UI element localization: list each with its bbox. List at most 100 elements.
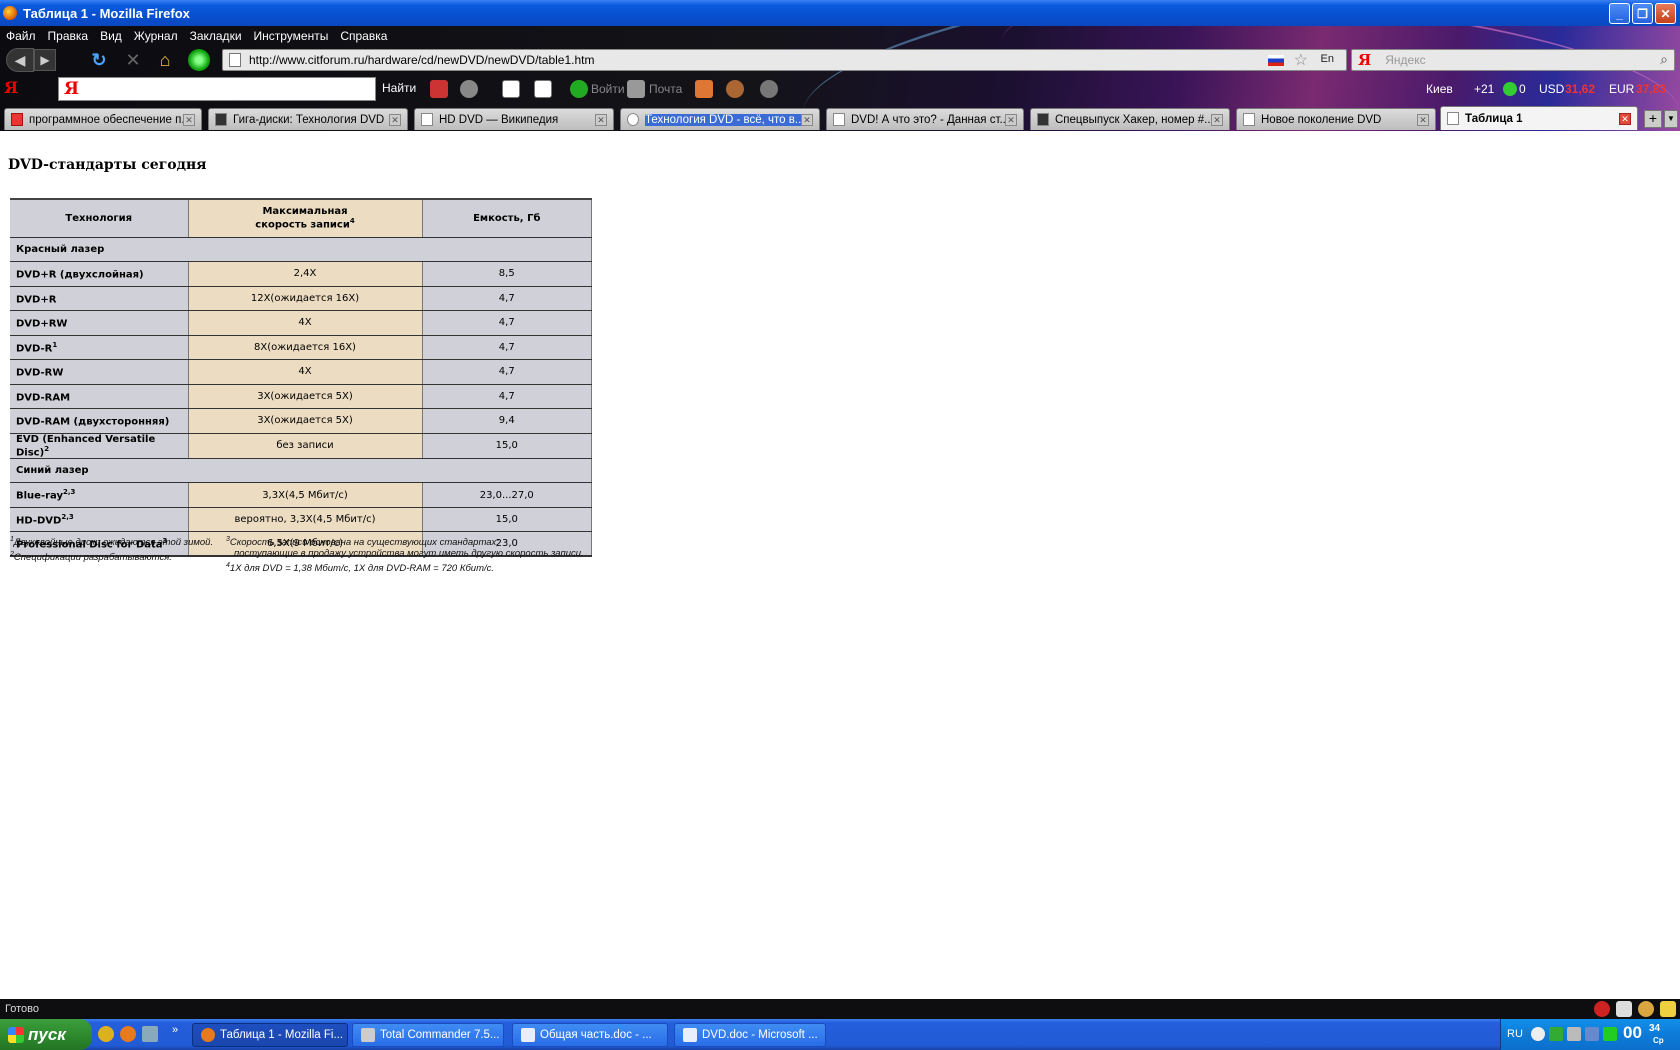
tab-dvd-technology[interactable]: Технология DVD - всё, что в... ✕ <box>620 108 820 130</box>
tab-close-icon[interactable]: ✕ <box>1211 113 1223 126</box>
addon-green-icon[interactable] <box>188 49 210 71</box>
tray-status-icon[interactable] <box>1603 1027 1617 1041</box>
windows-logo-icon <box>8 1026 24 1043</box>
tray-arrow-icon[interactable] <box>1531 1027 1545 1041</box>
quicklaunch-expand-icon[interactable]: » <box>172 1024 178 1036</box>
chat-bubble-icon[interactable] <box>460 80 478 98</box>
speed-cell: 2,4X <box>188 261 423 287</box>
task-label: Таблица 1 - Mozilla Fi... <box>220 1029 344 1041</box>
tab-hacker-special[interactable]: Спецвыпуск Хакер, номер #... ✕ <box>1030 108 1230 130</box>
tab-giga-disks[interactable]: Гига-диски: Технология DVD ✕ <box>208 108 408 130</box>
usd-label[interactable]: USD <box>1539 82 1564 96</box>
language-indicator[interactable]: En <box>1321 53 1334 65</box>
weather-city[interactable]: Киев <box>1426 82 1453 96</box>
weather-temperature[interactable]: +21 <box>1474 82 1494 96</box>
mail-icon[interactable] <box>627 80 645 98</box>
tab-hd-dvd-wikipedia[interactable]: HD DVD — Википедия ✕ <box>414 108 614 130</box>
eur-label[interactable]: EUR <box>1609 82 1634 96</box>
search-bar[interactable]: Я Яндекс ⌕ <box>1351 49 1675 71</box>
tab-list-dropdown-icon[interactable]: ▼ <box>1664 110 1678 128</box>
adblock-icon[interactable] <box>1594 1001 1610 1017</box>
tab-dvd-what-is[interactable]: DVD! А что это? - Данная ст... ✕ <box>826 108 1024 130</box>
maximize-button[interactable]: ❐ <box>1632 3 1653 24</box>
settings-gear-icon[interactable] <box>760 80 778 98</box>
section-red-laser: Красный лазер <box>10 237 592 262</box>
gear-plus-icon[interactable] <box>726 80 744 98</box>
tab-close-icon[interactable]: ✕ <box>1417 113 1429 126</box>
menu-help[interactable]: Справка <box>334 29 393 43</box>
tab-label: Таблица 1 <box>1465 112 1523 125</box>
new-tab-button[interactable]: + <box>1644 110 1662 128</box>
tab-close-icon[interactable]: ✕ <box>595 113 607 126</box>
clock-hour[interactable]: 00 <box>1623 1023 1642 1043</box>
tab-software[interactable]: программное обеспечение п... ✕ <box>4 108 202 130</box>
tab-close-icon[interactable]: ✕ <box>389 113 401 126</box>
home-button[interactable]: ⌂ <box>154 49 176 71</box>
fire-icon[interactable] <box>695 80 713 98</box>
counter-value[interactable]: 0 <box>1519 82 1526 96</box>
translate-icon[interactable] <box>534 80 552 98</box>
quicklaunch-firefox-icon[interactable] <box>120 1026 136 1042</box>
stop-button[interactable]: ✕ <box>122 49 144 71</box>
minimize-button[interactable]: _ <box>1609 3 1630 24</box>
tab-close-icon[interactable]: ✕ <box>1619 112 1631 125</box>
pointer-icon[interactable] <box>1660 1001 1676 1017</box>
url-text[interactable]: http://www.citforum.ru/hardware/cd/newDV… <box>249 53 594 67</box>
tray-app-icon[interactable] <box>1549 1027 1563 1041</box>
yandex-find-button[interactable]: Найти <box>382 81 416 95</box>
bookmark-star-icon[interactable]: ☆ <box>1294 50 1308 70</box>
speed-header-line1: Максимальная <box>262 206 348 218</box>
yandex-logo[interactable]: Я <box>4 78 18 97</box>
task-total-commander[interactable]: Total Commander 7.5... <box>352 1023 504 1047</box>
tray-network-icon[interactable] <box>1585 1027 1599 1041</box>
tab-new-dvd-generation[interactable]: Новое поколение DVD ✕ <box>1236 108 1436 130</box>
back-button[interactable]: ◀ <box>6 48 34 72</box>
search-icon[interactable]: ⌕ <box>1660 51 1668 68</box>
mail-button[interactable]: Почта <box>649 82 682 96</box>
menu-file[interactable]: Файл <box>0 29 42 43</box>
menu-edit[interactable]: Правка <box>42 29 95 43</box>
spellcheck-icon[interactable] <box>502 80 520 98</box>
forward-button[interactable]: ▶ <box>34 49 56 71</box>
tab-table-1[interactable]: Таблица 1 ✕ <box>1440 106 1638 130</box>
tray-app-icon[interactable] <box>1567 1027 1581 1041</box>
window-titlebar[interactable]: Таблица 1 - Mozilla Firefox _ ❐ ✕ <box>0 0 1680 26</box>
url-bar[interactable]: http://www.citforum.ru/hardware/cd/newDV… <box>222 49 1347 71</box>
smiley-icon[interactable] <box>1638 1001 1654 1017</box>
menu-tools[interactable]: Инструменты <box>248 29 335 43</box>
close-window-button[interactable]: ✕ <box>1655 3 1676 24</box>
tab-close-icon[interactable]: ✕ <box>1005 113 1017 126</box>
menu-view[interactable]: Вид <box>94 29 128 43</box>
task-word-dvd[interactable]: DVD.doc - Microsoft ... <box>674 1023 826 1047</box>
quicklaunch-desktop-icon[interactable] <box>142 1026 158 1042</box>
task-word-general[interactable]: Общая часть.doc - ... <box>512 1023 668 1047</box>
clock-minutes[interactable]: 34 <box>1649 1023 1660 1034</box>
language-indicator[interactable]: RU <box>1507 1028 1523 1040</box>
word-doc-icon <box>683 1028 697 1042</box>
search-input[interactable]: Яндекс <box>1385 53 1425 67</box>
tab-close-icon[interactable]: ✕ <box>801 113 813 126</box>
speed-cell: 3X(ожидается 5X) <box>188 408 423 434</box>
login-icon[interactable] <box>570 80 588 98</box>
technology-cell: DVD-RAM <box>10 384 189 409</box>
table-row: Blue-ray2,3 3,3X(4,5 Мбит/с) 23,0...27,0 <box>10 482 592 508</box>
highlighter-icon[interactable] <box>430 80 448 98</box>
tab-close-icon[interactable]: ✕ <box>183 113 195 126</box>
quicklaunch-app-icon[interactable] <box>98 1026 114 1042</box>
clock-day[interactable]: Ср <box>1653 1036 1664 1045</box>
page-title: DVD-стандарты сегодня <box>8 157 207 173</box>
mail-icon[interactable] <box>1616 1001 1632 1017</box>
task-firefox[interactable]: Таблица 1 - Mozilla Fi... <box>192 1023 348 1047</box>
capacity-cell: 4,7 <box>422 359 592 385</box>
yandex-search-input[interactable]: Я <box>58 77 376 101</box>
start-button[interactable]: пуск <box>0 1019 92 1050</box>
login-button[interactable]: Войти <box>591 82 625 96</box>
menu-bookmarks[interactable]: Закладки <box>184 29 248 43</box>
window-title: Таблица 1 - Mozilla Firefox <box>23 5 190 21</box>
yandex-logo-icon[interactable]: Я <box>1358 51 1371 69</box>
menu-history[interactable]: Журнал <box>128 29 184 43</box>
reload-button[interactable]: ↻ <box>88 49 110 71</box>
capacity-cell: 4,7 <box>422 384 592 409</box>
tab-label-wrap: Технология DVD - всё, что в... <box>645 113 801 126</box>
yandex-toolbar: Я Я Найти Войти Почта Киев +21 0 USD 31,… <box>0 74 1680 104</box>
